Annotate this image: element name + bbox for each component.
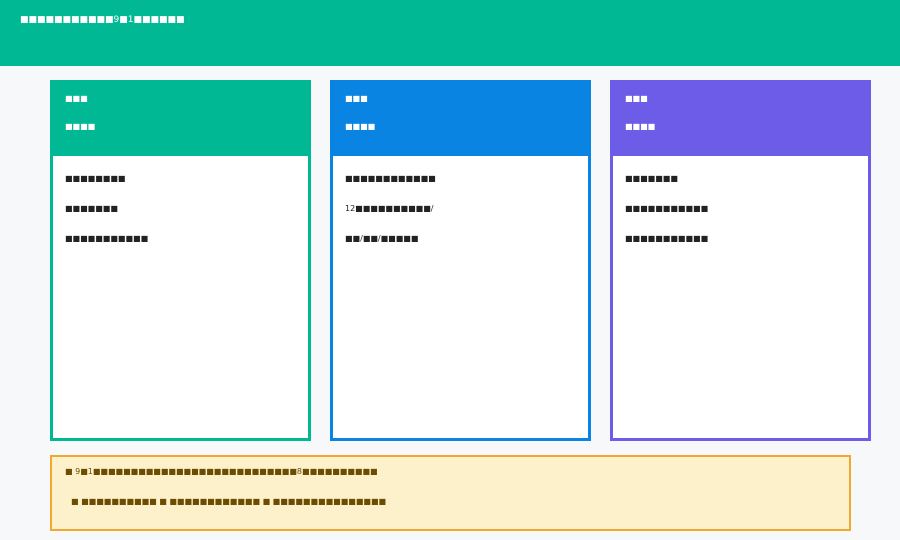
card-1-line-3: ■■/■■/■■■■■: [345, 234, 419, 243]
card-1-subtitle: ■■■■: [345, 122, 376, 131]
card-2-subtitle: ■■■■: [625, 122, 656, 131]
card-1-header: ■■■ ■■■■: [333, 83, 588, 156]
card-1-line-1: ■■■■■■■■■■■■: [345, 174, 436, 183]
card-1-label: ■■■: [345, 94, 368, 103]
card-2-header: ■■■ ■■■■: [613, 83, 868, 156]
card-0-line-3: ■■■■■■■■■■■: [65, 234, 149, 243]
card-2-label: ■■■: [625, 94, 648, 103]
card-2-line-1: ■■■■■■■: [625, 174, 678, 183]
card-0-body: ■■■■■■■■ ■■■■■■■ ■■■■■■■■■■■: [65, 174, 148, 264]
card-1-body: ■■■■■■■■■■■■ 12■■■■■■■■■■/ ■■/■■/■■■■■: [345, 174, 436, 264]
card-2-body: ■■■■■■■ ■■■■■■■■■■■ ■■■■■■■■■■■: [625, 174, 708, 264]
notice-banner: ■ 9■1■■■■■■■■■■■■■■■■■■■■■■■■■■■8■■■■■■■…: [50, 455, 851, 531]
card-1-line-2: 12■■■■■■■■■■/: [345, 204, 434, 213]
notice-items: ■ ■■■■■■■■■■ ■ ■■■■■■■■■■■■ ■ ■■■■■■■■■■…: [71, 497, 387, 506]
card-2-line-3: ■■■■■■■■■■■: [625, 234, 709, 243]
card-0-line-1: ■■■■■■■■: [65, 174, 126, 183]
card-0-header: ■■■ ■■■■: [53, 83, 308, 156]
app-header: ■■■■■■■■■■■9■1■■■■■■: [0, 0, 900, 66]
card-2-line-2: ■■■■■■■■■■■: [625, 204, 709, 213]
card-0: ■■■ ■■■■ ■■■■■■■■ ■■■■■■■ ■■■■■■■■■■■: [50, 80, 311, 441]
card-1: ■■■ ■■■■ ■■■■■■■■■■■■ 12■■■■■■■■■■/ ■■/■…: [330, 80, 591, 441]
notice-text: ■ 9■1■■■■■■■■■■■■■■■■■■■■■■■■■■■8■■■■■■■…: [65, 467, 378, 476]
page-title: ■■■■■■■■■■■9■1■■■■■■: [20, 15, 185, 25]
card-0-line-2: ■■■■■■■: [65, 204, 118, 213]
card-0-subtitle: ■■■■: [65, 122, 96, 131]
card-0-label: ■■■: [65, 94, 88, 103]
card-2: ■■■ ■■■■ ■■■■■■■ ■■■■■■■■■■■ ■■■■■■■■■■■: [610, 80, 871, 441]
